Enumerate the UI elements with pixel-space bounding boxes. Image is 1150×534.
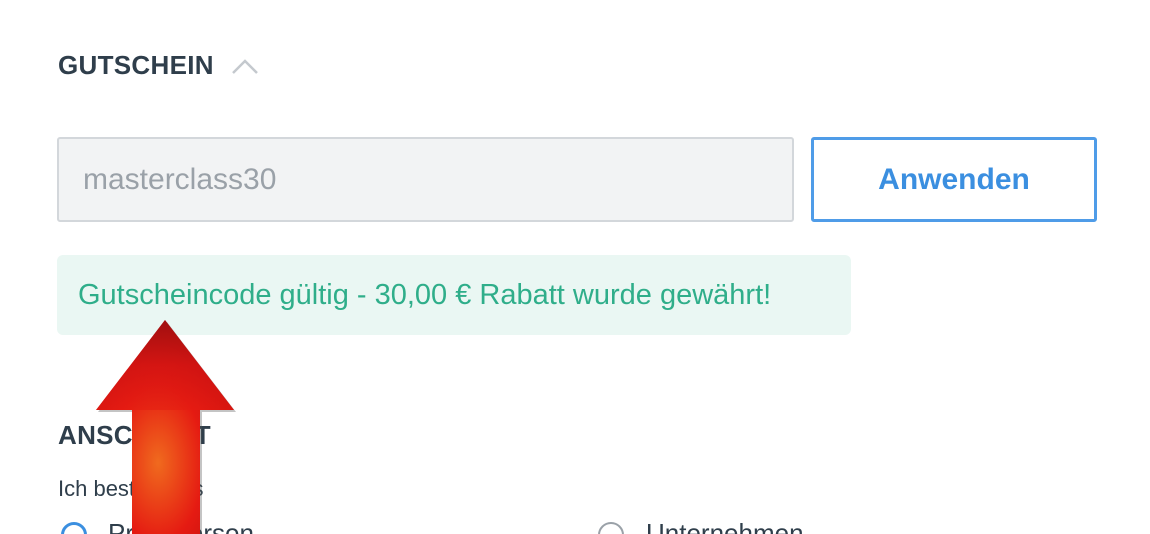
radio-business[interactable] (598, 522, 624, 534)
radio-private-person[interactable] (61, 522, 87, 534)
radio-private-person-label[interactable]: Privatperson (108, 518, 254, 534)
chevron-up-icon[interactable] (230, 56, 260, 76)
radio-business-label[interactable]: Unternehmen (646, 518, 804, 534)
address-section-title: ANSCHRIFT (58, 420, 211, 450)
coupon-section-title: GUTSCHEIN (58, 50, 214, 80)
customer-type-label: Ich bestelle als (58, 476, 204, 501)
coupon-code-input[interactable] (57, 137, 794, 222)
apply-coupon-button[interactable]: Anwenden (811, 137, 1097, 222)
coupon-success-message: Gutscheincode gültig - 30,00 € Rabatt wu… (57, 255, 851, 335)
coupon-section-header[interactable]: GUTSCHEIN (58, 50, 260, 81)
coupon-success-text: Gutscheincode gültig - 30,00 € Rabatt wu… (78, 278, 772, 311)
checkout-page: GUTSCHEIN Anwenden Gutscheincode gültig … (0, 0, 1150, 534)
